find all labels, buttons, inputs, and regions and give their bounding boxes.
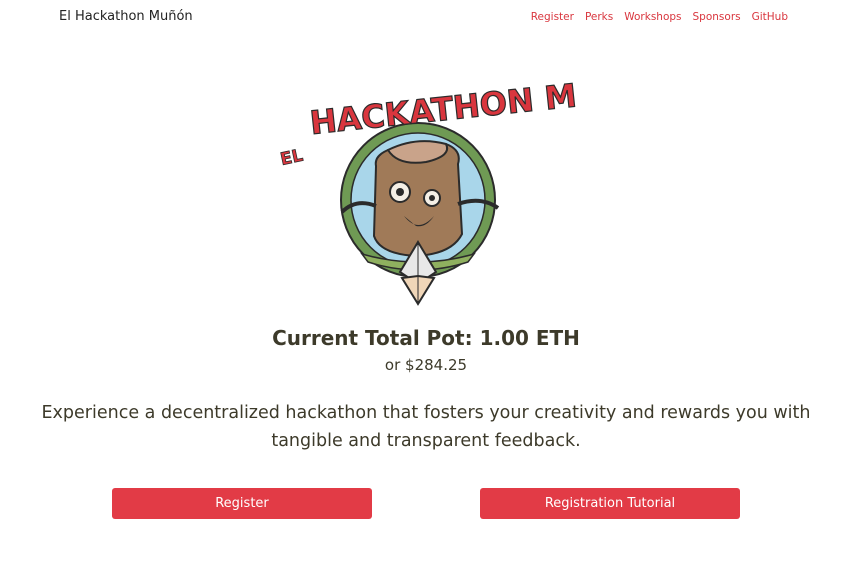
svg-text:EL: EL <box>279 146 305 170</box>
pot-title: Current Total Pot: 1.00 ETH <box>272 326 580 350</box>
nav-link-workshops[interactable]: Workshops <box>624 11 681 23</box>
nav-link-github[interactable]: GitHub <box>752 11 788 23</box>
registration-tutorial-button[interactable]: Registration Tutorial <box>480 488 740 519</box>
nav-link-sponsors[interactable]: Sponsors <box>693 11 741 23</box>
pot-usd-value: or $284.25 <box>384 356 468 374</box>
nav-link-perks[interactable]: Perks <box>585 11 613 23</box>
navbar: El Hackathon Muñón Register Perks Worksh… <box>0 0 852 36</box>
nav-link-register[interactable]: Register <box>531 11 574 23</box>
brand-link[interactable]: El Hackathon Muñón <box>59 9 193 24</box>
nav-links: Register Perks Workshops Sponsors GitHub <box>531 11 788 23</box>
logo-illustration: EL HACKATHON MUÑÓN <box>278 64 685 306</box>
register-button[interactable]: Register <box>112 488 372 519</box>
hackathon-logo: EL HACKATHON MUÑÓN <box>276 64 685 314</box>
tagline: Experience a decentralized hackathon tha… <box>41 403 811 451</box>
